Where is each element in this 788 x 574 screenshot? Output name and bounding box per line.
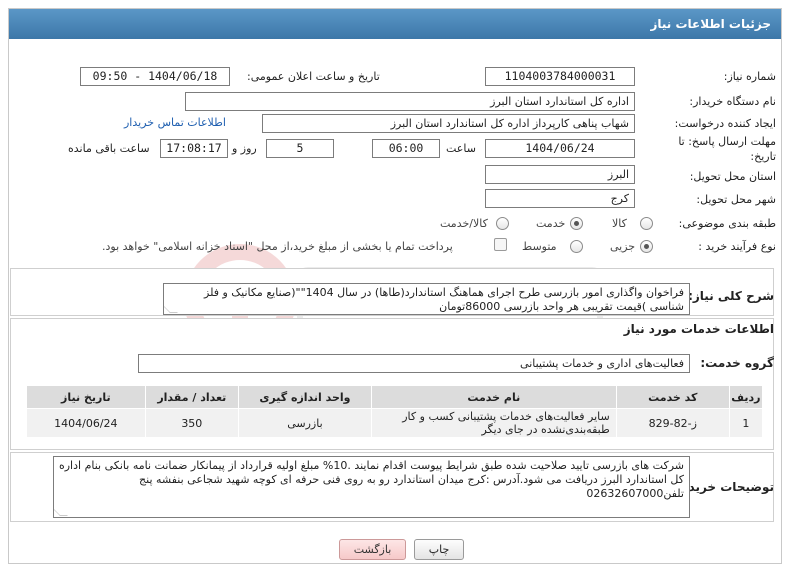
buyer-notes-text: شرکت های بازرسی تایید صلاحیت شده طبق شرا…: [58, 459, 684, 500]
col-need-date: تاریخ نیاز: [26, 385, 146, 409]
service-group-label: گروه خدمت:: [700, 356, 774, 370]
deadline-time-field[interactable]: 06:00: [372, 139, 440, 158]
col-service-code: کد خدمت: [615, 385, 730, 409]
process-medium-label: متوسط: [522, 240, 557, 253]
city-label: شهر محل تحویل:: [696, 193, 776, 206]
province-field[interactable]: البرز: [485, 165, 635, 184]
need-number-label: شماره نیاز:: [723, 70, 776, 83]
deadline-date-field[interactable]: 1404/06/24: [485, 139, 635, 158]
province-label: استان محل تحویل:: [689, 170, 776, 183]
treasury-payment-checkbox[interactable]: [494, 238, 507, 251]
days-remaining-field[interactable]: 5: [266, 139, 334, 158]
process-minor-label: جزیی: [610, 240, 636, 253]
deadline-date-label: تاریخ:: [750, 150, 776, 163]
buyer-contact-link[interactable]: اطلاعات تماس خریدار: [124, 116, 226, 129]
services-title: اطلاعات خدمات مورد نیاز: [623, 322, 774, 336]
deadline-label: مهلت ارسال پاسخ: تا: [678, 135, 776, 148]
days-label: روز و: [232, 142, 257, 155]
service-group-field[interactable]: فعالیت‌های اداری و خدمات پشتیبانی: [138, 354, 690, 373]
buyer-org-field[interactable]: اداره کل استاندارد استان البرز: [185, 92, 635, 111]
cell-need-date: 1404/06/24: [26, 408, 146, 438]
col-service-name: نام خدمت: [370, 385, 617, 409]
need-number-field[interactable]: 1104003784000031: [485, 67, 635, 86]
process-minor-radio[interactable]: [640, 240, 653, 253]
print-button[interactable]: چاپ: [414, 539, 464, 560]
cell-row: 1: [728, 408, 764, 438]
summary-label: شرح کلی نیاز:: [688, 289, 774, 303]
category-both-label: کالا/خدمت: [440, 217, 488, 230]
process-medium-radio[interactable]: [570, 240, 583, 253]
col-unit: واحد اندازه گیری: [237, 385, 372, 409]
process-label: نوع فرآیند خرید :: [698, 240, 776, 253]
cell-unit: بازرسی: [237, 408, 372, 438]
time-remaining-field[interactable]: 17:08:17: [160, 139, 228, 158]
buyer-org-label: نام دستگاه خریدار:: [689, 95, 776, 108]
table-row: 1 ز-82-829 سایر فعالیت‌های خدمات پشتیبان…: [26, 408, 764, 438]
table-header-row: ردیف کد خدمت نام خدمت واحد اندازه گیری ت…: [26, 385, 764, 409]
summary-text: فراخوان واگذاری امور بازرسی طرح اجرای هم…: [204, 286, 684, 313]
city-field[interactable]: کرج: [485, 189, 635, 208]
panel-title: جزئیات اطلاعات نیاز: [9, 9, 781, 39]
resize-grip-icon[interactable]: [54, 508, 68, 516]
col-quantity: تعداد / مقدار: [144, 385, 239, 409]
col-row: ردیف: [728, 385, 764, 409]
category-both-radio[interactable]: [496, 217, 509, 230]
creator-label: ایجاد کننده درخواست:: [674, 117, 776, 130]
category-service-label: خدمت: [536, 217, 566, 230]
summary-textarea[interactable]: فراخوان واگذاری امور بازرسی طرح اجرای هم…: [163, 283, 690, 315]
cell-service-name: سایر فعالیت‌های خدمات پشتیبانی کسب و کار…: [370, 408, 617, 438]
category-goods-label: کالا: [612, 217, 627, 230]
announce-date-field[interactable]: 1404/06/18 - 09:50: [80, 67, 230, 86]
treasury-payment-note: پرداخت تمام یا بخشی از مبلغ خرید،از محل …: [102, 240, 453, 253]
deadline-time-label: ساعت: [446, 142, 476, 155]
creator-field[interactable]: شهاب پناهی کارپرداز اداره کل استاندارد ا…: [262, 114, 635, 133]
category-goods-radio[interactable]: [640, 217, 653, 230]
category-service-radio[interactable]: [570, 217, 583, 230]
cell-service-code: ز-82-829: [615, 408, 730, 438]
resize-grip-icon[interactable]: [164, 305, 178, 313]
announce-date-label: تاریخ و ساعت اعلان عمومی:: [247, 70, 380, 83]
buyer-notes-textarea[interactable]: شرکت های بازرسی تایید صلاحیت شده طبق شرا…: [53, 456, 690, 518]
services-table: ردیف کد خدمت نام خدمت واحد اندازه گیری ت…: [26, 385, 764, 438]
back-button[interactable]: بازگشت: [339, 539, 406, 560]
cell-quantity: 350: [144, 408, 239, 438]
category-label: طبقه بندی موضوعی:: [678, 217, 776, 230]
time-remaining-label: ساعت باقی مانده: [68, 142, 150, 155]
